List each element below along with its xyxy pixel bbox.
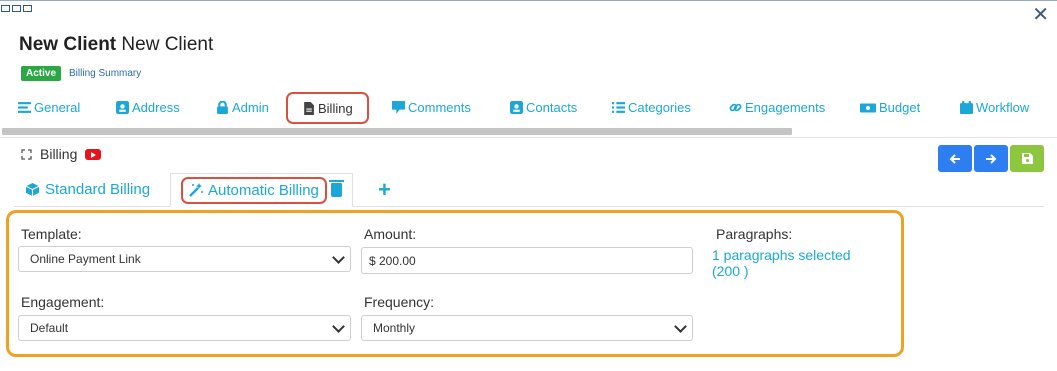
- tab-comments[interactable]: Comments: [392, 92, 471, 122]
- tab-admin[interactable]: Admin: [216, 92, 269, 122]
- paragraphs-link-line1: 1 paragraphs selected: [712, 247, 851, 263]
- window-controls[interactable]: [1, 5, 32, 12]
- tab-label: Workflow: [976, 99, 1030, 115]
- money-icon: [860, 103, 876, 112]
- trash-icon[interactable]: [328, 180, 344, 197]
- cube-icon: [26, 183, 39, 196]
- previous-button[interactable]: [938, 145, 972, 172]
- list-icon: [18, 101, 31, 113]
- magic-wand-icon: [189, 183, 203, 197]
- tab-label: Admin: [232, 99, 269, 115]
- save-icon: [1021, 153, 1033, 164]
- record-nav-buttons: [938, 145, 1044, 172]
- tab-label: Standard Billing: [45, 181, 151, 198]
- billing-subtabs: Standard Billing Automatic Billing +: [14, 173, 1044, 207]
- frequency-label: Frequency:: [364, 294, 435, 310]
- title-rest: New Client: [121, 34, 214, 55]
- title-bold: New Client: [19, 34, 117, 55]
- arrow-left-icon: [949, 153, 960, 164]
- tab-label: Engagements: [745, 99, 826, 115]
- tab-label: Automatic Billing: [208, 181, 319, 199]
- tab-label: Comments: [408, 99, 471, 115]
- section-title: Billing: [40, 146, 78, 162]
- document-icon: [304, 101, 314, 115]
- tab-label: General: [34, 99, 81, 115]
- comment-icon: [392, 100, 405, 114]
- automatic-billing-highlight: Automatic Billing: [181, 176, 327, 204]
- amount-label: Amount:: [364, 226, 417, 242]
- nav-divider: [0, 137, 1057, 138]
- tab-workflow[interactable]: Workflow: [960, 92, 1029, 122]
- tab-budget[interactable]: Budget: [860, 92, 920, 122]
- template-label: Template:: [21, 226, 82, 242]
- next-button[interactable]: [974, 145, 1008, 172]
- tab-contacts[interactable]: Contacts: [510, 92, 577, 122]
- billing-summary-link[interactable]: Billing Summary: [69, 68, 141, 79]
- page-title: New Client New Client: [19, 34, 213, 56]
- tab-label: Budget: [879, 99, 921, 115]
- add-tab-button[interactable]: +: [378, 173, 391, 206]
- tab-billing[interactable]: Billing: [286, 92, 369, 124]
- paragraphs-link-line2: (200 ): [712, 263, 749, 279]
- template-select[interactable]: Online Payment Link: [18, 246, 351, 272]
- engagement-label: Engagement:: [21, 294, 105, 310]
- horizontal-scrollbar[interactable]: [2, 128, 792, 135]
- window-square-icon[interactable]: [1, 5, 10, 12]
- status-badge: Active: [21, 66, 62, 81]
- engagement-value: Default: [30, 321, 69, 335]
- amount-value: $ 200.00: [369, 253, 416, 268]
- tab-categories[interactable]: Categories: [612, 92, 691, 122]
- tab-automatic-billing[interactable]: Automatic Billing: [170, 173, 353, 207]
- link-icon: [729, 103, 742, 111]
- template-value: Online Payment Link: [30, 252, 141, 266]
- list-bullets-icon: [612, 101, 625, 113]
- chevron-down-icon: [332, 251, 345, 264]
- chevron-down-icon: [674, 320, 687, 333]
- arrow-right-icon: [986, 153, 997, 164]
- plus-icon: +: [378, 176, 391, 202]
- calendar-icon: [960, 100, 973, 114]
- contact-card-icon: [510, 100, 523, 114]
- address-card-icon: [116, 100, 129, 114]
- amount-input[interactable]: $ 200.00: [361, 247, 693, 274]
- engagement-select[interactable]: Default: [18, 315, 351, 341]
- tab-general[interactable]: General: [18, 92, 80, 122]
- frequency-value: Monthly: [373, 321, 416, 335]
- close-icon[interactable]: ✕: [1032, 2, 1049, 27]
- section-header: Billing: [21, 146, 102, 162]
- tab-label: Contacts: [526, 99, 578, 115]
- tab-label: Categories: [628, 99, 691, 115]
- window-square-icon[interactable]: [23, 5, 32, 12]
- tab-standard-billing[interactable]: Standard Billing: [26, 173, 150, 206]
- window-top-border: [0, 0, 1057, 4]
- youtube-icon[interactable]: [85, 148, 102, 160]
- save-button[interactable]: [1010, 145, 1044, 172]
- window-square-icon[interactable]: [12, 5, 21, 12]
- chevron-down-icon: [332, 320, 345, 333]
- frequency-select[interactable]: Monthly: [361, 315, 693, 341]
- expand-icon[interactable]: [21, 148, 32, 160]
- paragraphs-link[interactable]: 1 paragraphs selected (200 ): [712, 247, 851, 279]
- tab-engagements[interactable]: Engagements: [729, 92, 825, 122]
- tab-label: Address: [132, 99, 180, 115]
- tab-label: Billing: [318, 100, 353, 116]
- tab-address[interactable]: Address: [116, 92, 180, 122]
- status-row: Active Billing Summary: [21, 66, 141, 81]
- paragraphs-label: Paragraphs:: [716, 226, 793, 242]
- lock-icon: [217, 100, 228, 114]
- main-tabs: General Address Admin Billing Comments C…: [0, 92, 1057, 124]
